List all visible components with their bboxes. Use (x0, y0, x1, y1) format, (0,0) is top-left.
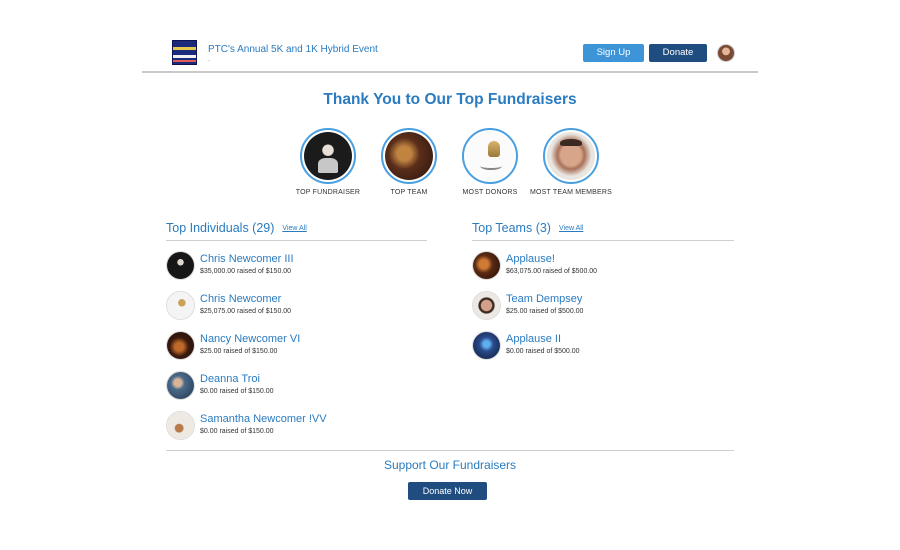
teams-view-all-link[interactable]: View All (559, 225, 583, 232)
team-name[interactable]: Applause! (506, 253, 555, 265)
team-avatar[interactable] (472, 291, 501, 320)
award-label: MOST TEAM MEMBERS (529, 189, 613, 196)
top-teams-title: Top Teams (3) (472, 221, 551, 235)
fundraiser-avatar[interactable] (166, 371, 195, 400)
donate-button[interactable]: Donate (649, 44, 707, 62)
event-title[interactable]: PTC's Annual 5K and 1K Hybrid Event (208, 44, 378, 55)
site-header: PTC's Annual 5K and 1K Hybrid Event . Si… (142, 36, 758, 73)
support-title: Support Our Fundraisers (383, 458, 517, 472)
page-title: Thank You to Our Top Fundraisers (323, 91, 577, 108)
fundraiser-avatar[interactable] (166, 411, 195, 440)
team-raised: $63,075.00 raised of $500.00 (506, 268, 598, 275)
fundraiser-raised: $25.00 raised of $150.00 (200, 348, 278, 355)
teams-divider (472, 240, 734, 241)
team-avatar[interactable] (472, 331, 501, 360)
top-fundraiser-photo[interactable] (300, 128, 356, 184)
top-individuals-header: Top Individuals (29) View All (166, 221, 307, 235)
team-name[interactable]: Applause II (506, 333, 561, 345)
fundraiser-avatar[interactable] (166, 291, 195, 320)
team-name[interactable]: Team Dempsey (506, 293, 582, 305)
fundraiser-name[interactable]: Chris Newcomer III (200, 253, 294, 265)
sign-up-button[interactable]: Sign Up (583, 44, 644, 62)
team-avatar[interactable] (472, 251, 501, 280)
support-divider (166, 450, 734, 451)
fundraiser-name[interactable]: Nancy Newcomer VI (200, 333, 300, 345)
award-most-team-members[interactable]: MOST TEAM MEMBERS (521, 128, 621, 196)
fundraiser-raised: $35,000.00 raised of $150.00 (200, 268, 292, 275)
team-raised: $0.00 raised of $500.00 (506, 348, 580, 355)
most-team-members-photo[interactable] (543, 128, 599, 184)
top-individuals-title: Top Individuals (29) (166, 221, 275, 235)
event-logo[interactable] (172, 40, 197, 65)
fundraiser-name[interactable]: Samantha Newcomer !VV (200, 413, 327, 425)
top-team-photo[interactable] (381, 128, 437, 184)
team-raised: $25.00 raised of $500.00 (506, 308, 584, 315)
individuals-divider (166, 240, 427, 241)
fundraiser-avatar[interactable] (166, 331, 195, 360)
user-avatar[interactable] (717, 44, 735, 62)
fundraiser-raised: $25,075.00 raised of $150.00 (200, 308, 292, 315)
top-teams-header: Top Teams (3) View All (472, 221, 583, 235)
individuals-view-all-link[interactable]: View All (282, 225, 306, 232)
event-subtitle: . (208, 56, 210, 63)
fundraiser-avatar[interactable] (166, 251, 195, 280)
fundraiser-name[interactable]: Chris Newcomer (200, 293, 281, 305)
fundraiser-name[interactable]: Deanna Troi (200, 373, 260, 385)
fundraiser-raised: $0.00 raised of $150.00 (200, 388, 274, 395)
donate-now-button[interactable]: Donate Now (408, 482, 487, 500)
fundraiser-raised: $0.00 raised of $150.00 (200, 428, 274, 435)
most-donors-photo[interactable] (462, 128, 518, 184)
